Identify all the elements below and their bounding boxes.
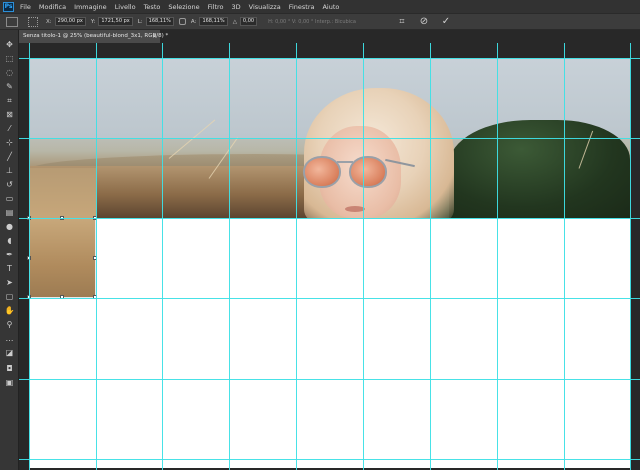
width-field[interactable]: 168,11% (145, 17, 174, 26)
document-tab-title: Senza titolo-1 @ 25% (beautiful-blond_3x… (23, 33, 169, 39)
guide-vertical[interactable] (363, 43, 364, 470)
gradient-tool-icon[interactable]: ▤ (4, 208, 15, 217)
guide-horizontal[interactable] (19, 459, 640, 460)
menu-filtro[interactable]: Filtro (208, 3, 224, 11)
menu-immagine[interactable]: Immagine (74, 3, 107, 11)
document-tab-bar: Senza titolo-1 @ 25% (beautiful-blond_3x… (19, 30, 640, 43)
close-tab-icon[interactable]: × (152, 30, 157, 43)
sunglasses-right-lens (349, 156, 387, 188)
history-brush-tool-icon[interactable]: ↺ (4, 180, 15, 189)
commit-icon[interactable]: ✓ (440, 16, 452, 27)
y-field[interactable]: 1721,50 px (98, 17, 133, 26)
guide-horizontal[interactable] (19, 218, 640, 219)
transform-selection[interactable] (27, 216, 97, 299)
guide-vertical[interactable] (162, 43, 163, 470)
zoom-tool-icon[interactable]: ⚲ (4, 320, 15, 329)
eraser-tool-icon[interactable]: ▭ (4, 194, 15, 203)
y-label: Y: (90, 18, 96, 25)
menu-selezione[interactable]: Selezione (168, 3, 199, 11)
menu-bar: Ps File Modifica Immagine Livello Testo … (0, 0, 640, 13)
type-tool-icon[interactable]: T (4, 264, 15, 273)
link-icon[interactable] (178, 18, 186, 25)
document-tab[interactable]: Senza titolo-1 @ 25% (beautiful-blond_3x… (19, 30, 168, 43)
clone-stamp-tool-icon[interactable]: ⊥ (4, 166, 15, 175)
guide-vertical[interactable] (564, 43, 565, 470)
quick-mask-icon[interactable]: ◘ (4, 364, 15, 373)
eyedropper-tool-icon[interactable]: ⁄ (4, 124, 15, 133)
x-label: X: (46, 18, 52, 25)
warp-icon[interactable]: ⌗ (396, 17, 408, 27)
width-label: L: (137, 18, 143, 25)
guide-horizontal[interactable] (19, 379, 640, 380)
guide-vertical[interactable] (96, 43, 97, 470)
rectangle-tool-icon[interactable]: ▢ (4, 292, 15, 301)
interpolation-settings: H: 0,00 ° V: 0,00 ° Interp.: Bicubica (268, 18, 356, 25)
menu-finestra[interactable]: Finestra (289, 3, 315, 11)
height-label: A: (190, 18, 197, 25)
guide-vertical[interactable] (630, 43, 631, 470)
menu-livello[interactable]: Livello (115, 3, 136, 11)
reference-point-icon[interactable] (28, 16, 38, 27)
angle-label: △ (232, 18, 237, 25)
blur-tool-icon[interactable]: ● (4, 222, 15, 231)
menu-file[interactable]: File (20, 3, 31, 11)
guide-horizontal[interactable] (19, 138, 640, 139)
pasteboard[interactable] (19, 43, 640, 470)
marquee-tool-icon[interactable]: ⬚ (4, 54, 15, 63)
menu-testo[interactable]: Testo (144, 3, 161, 11)
guide-vertical[interactable] (296, 43, 297, 470)
sunglasses-bridge (337, 161, 353, 163)
toolbox: ✥ ⬚ ◌ ✎ ⌗ ⊠ ⁄ ⊹ ╱ ⊥ ↺ ▭ ▤ ● ◖ ✒ T ➤ ▢ ✋ … (0, 30, 19, 470)
guide-vertical[interactable] (29, 43, 30, 470)
lips (345, 206, 365, 212)
x-field[interactable]: 290,00 px (54, 17, 86, 26)
cancel-icon[interactable]: ⊘ (418, 16, 430, 27)
guide-vertical[interactable] (229, 43, 230, 470)
lasso-tool-icon[interactable]: ◌ (4, 68, 15, 77)
menu-3d[interactable]: 3D (232, 3, 241, 11)
healing-brush-tool-icon[interactable]: ⊹ (4, 138, 15, 147)
colors-icon[interactable]: ◪ (4, 348, 15, 357)
brush-tool-icon[interactable]: ╱ (4, 152, 15, 161)
ps-logo-icon: Ps (3, 1, 14, 12)
trees-region (449, 120, 630, 218)
edit-toolbar-icon[interactable]: … (4, 334, 15, 343)
hand-tool-icon[interactable]: ✋ (4, 306, 15, 315)
guide-vertical[interactable] (430, 43, 431, 470)
sunglasses-left-lens (303, 156, 341, 188)
screen-mode-icon[interactable]: ▣ (4, 378, 15, 387)
guide-horizontal[interactable] (19, 58, 640, 59)
menu-modifica[interactable]: Modifica (39, 3, 66, 11)
angle-field[interactable]: 0,00 (239, 17, 258, 26)
guide-horizontal[interactable] (19, 298, 640, 299)
move-tool-icon[interactable]: ✥ (4, 40, 15, 49)
menu-visualizza[interactable]: Visualizza (249, 3, 281, 11)
transform-tool-icon[interactable] (6, 16, 18, 27)
pen-tool-icon[interactable]: ✒ (4, 250, 15, 259)
photoshop-window: Ps File Modifica Immagine Livello Testo … (0, 0, 640, 470)
quick-select-tool-icon[interactable]: ✎ (4, 82, 15, 91)
frame-tool-icon[interactable]: ⊠ (4, 110, 15, 119)
dodge-tool-icon[interactable]: ◖ (4, 236, 15, 245)
options-bar: X: 290,00 px Y: 1721,50 px L: 168,11% A:… (0, 13, 640, 30)
document-canvas[interactable] (27, 58, 630, 468)
guide-vertical[interactable] (497, 43, 498, 470)
height-field[interactable]: 168,11% (199, 17, 228, 26)
path-select-tool-icon[interactable]: ➤ (4, 278, 15, 287)
crop-tool-icon[interactable]: ⌗ (4, 96, 15, 105)
menu-aiuto[interactable]: Aiuto (322, 3, 339, 11)
